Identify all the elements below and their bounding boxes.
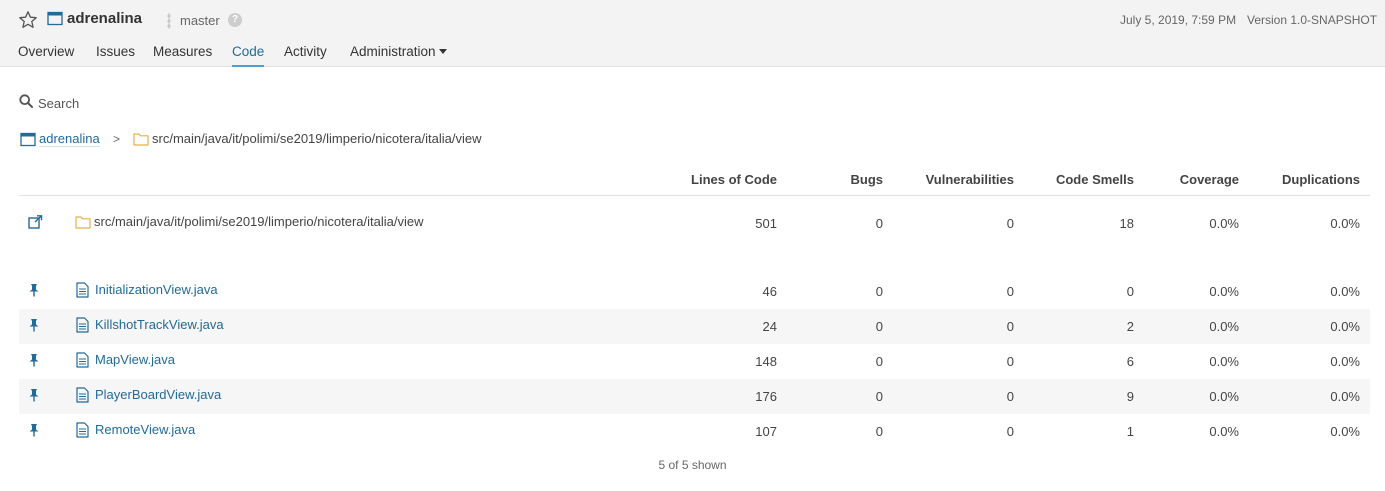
tab-administration[interactable]: Administration <box>350 44 447 67</box>
project-icon <box>47 11 63 29</box>
project-version: Version 1.0-SNAPSHOT <box>1247 13 1378 27</box>
table-row: RemoteView.java 107 0 0 1 0.0% 0.0% <box>19 414 1370 449</box>
cell-lines-of-code[interactable]: 501 <box>755 216 777 231</box>
cell-vulnerabilities[interactable]: 0 <box>1007 354 1014 369</box>
project-icon <box>20 132 36 150</box>
cell-bugs[interactable]: 0 <box>876 354 883 369</box>
cell-lines-of-code[interactable]: 46 <box>763 284 777 299</box>
file-link[interactable]: KillshotTrackView.java <box>95 317 224 332</box>
cell-bugs[interactable]: 0 <box>876 216 883 231</box>
project-header: adrenalina master ? July 5, 2019, 7:59 P… <box>0 0 1385 67</box>
file-link[interactable]: InitializationView.java <box>95 282 218 297</box>
cell-lines-of-code[interactable]: 148 <box>755 354 777 369</box>
tab-code[interactable]: Code <box>232 44 265 67</box>
cell-coverage[interactable]: 0.0% <box>1209 319 1239 334</box>
cell-coverage[interactable]: 0.0% <box>1209 389 1239 404</box>
tab-administration-label: Administration <box>350 44 436 59</box>
cell-vulnerabilities[interactable]: 0 <box>1007 424 1014 439</box>
table-row: MapView.java 148 0 0 6 0.0% 0.0% <box>19 344 1370 379</box>
cell-duplications[interactable]: 0.0% <box>1330 424 1360 439</box>
cell-lines-of-code[interactable]: 107 <box>755 424 777 439</box>
file-icon <box>76 282 89 301</box>
cell-duplications[interactable]: 0.0% <box>1330 389 1360 404</box>
cell-vulnerabilities[interactable]: 0 <box>1007 319 1014 334</box>
column-header-code-smells[interactable]: Code Smells <box>1056 172 1134 187</box>
branch-icon <box>164 12 174 33</box>
column-header-coverage[interactable]: Coverage <box>1180 172 1239 187</box>
cell-bugs[interactable]: 0 <box>876 284 883 299</box>
file-link[interactable]: RemoteView.java <box>95 422 195 437</box>
cell-code-smells[interactable]: 6 <box>1127 354 1134 369</box>
project-name[interactable]: adrenalina <box>67 10 142 27</box>
cell-bugs[interactable]: 0 <box>876 389 883 404</box>
folder-icon <box>75 215 91 232</box>
cell-duplications[interactable]: 0.0% <box>1330 284 1360 299</box>
cell-coverage[interactable]: 0.0% <box>1209 284 1239 299</box>
pin-icon[interactable] <box>28 353 40 370</box>
cell-code-smells[interactable]: 1 <box>1127 424 1134 439</box>
cell-vulnerabilities[interactable]: 0 <box>1007 389 1014 404</box>
help-icon[interactable]: ? <box>228 13 242 27</box>
search-icon <box>19 94 33 111</box>
cell-duplications[interactable]: 0.0% <box>1330 354 1360 369</box>
breadcrumb-separator: > <box>113 132 121 146</box>
table-row: KillshotTrackView.java 24 0 0 2 0.0% 0.0… <box>19 309 1370 344</box>
pin-icon[interactable] <box>28 423 40 440</box>
cell-bugs[interactable]: 0 <box>876 319 883 334</box>
breadcrumb-project-link[interactable]: adrenalina <box>39 131 100 147</box>
folder-icon <box>133 132 149 149</box>
cell-lines-of-code[interactable]: 24 <box>763 319 777 334</box>
cell-duplications[interactable]: 0.0% <box>1330 216 1360 231</box>
cell-code-smells[interactable]: 0 <box>1127 284 1134 299</box>
file-icon <box>76 422 89 441</box>
pin-icon[interactable] <box>28 318 40 335</box>
tab-activity[interactable]: Activity <box>284 44 327 67</box>
cell-code-smells[interactable]: 2 <box>1127 319 1134 334</box>
shown-count: 5 of 5 shown <box>658 458 727 472</box>
pin-icon[interactable] <box>28 388 40 405</box>
file-icon <box>76 352 89 371</box>
search-input[interactable] <box>38 94 338 112</box>
tab-overview[interactable]: Overview <box>18 44 74 67</box>
breadcrumb-current-path: src/main/java/it/polimi/se2019/limperio/… <box>152 131 482 146</box>
tab-measures[interactable]: Measures <box>153 44 212 67</box>
table-header-divider <box>19 195 1370 196</box>
column-header-duplications[interactable]: Duplications <box>1282 172 1360 187</box>
cell-coverage[interactable]: 0.0% <box>1209 354 1239 369</box>
caret-down-icon <box>438 49 447 54</box>
cell-code-smells[interactable]: 18 <box>1120 216 1134 231</box>
open-in-new-window-icon[interactable] <box>28 215 43 232</box>
file-icon <box>76 317 89 336</box>
table-row: InitializationView.java 46 0 0 0 0.0% 0.… <box>19 274 1370 309</box>
column-header-lines-of-code[interactable]: Lines of Code <box>691 172 777 187</box>
cell-coverage[interactable]: 0.0% <box>1209 216 1239 231</box>
column-header-vulnerabilities[interactable]: Vulnerabilities <box>926 172 1014 187</box>
table-row-base-directory: src/main/java/it/polimi/se2019/limperio/… <box>19 206 1370 241</box>
cell-bugs[interactable]: 0 <box>876 424 883 439</box>
base-directory-name: src/main/java/it/polimi/se2019/limperio/… <box>94 214 424 229</box>
cell-vulnerabilities[interactable]: 0 <box>1007 216 1014 231</box>
cell-coverage[interactable]: 0.0% <box>1209 424 1239 439</box>
cell-duplications[interactable]: 0.0% <box>1330 319 1360 334</box>
file-link[interactable]: MapView.java <box>95 352 175 367</box>
file-icon <box>76 387 89 406</box>
cell-vulnerabilities[interactable]: 0 <box>1007 284 1014 299</box>
table-row: PlayerBoardView.java 176 0 0 9 0.0% 0.0% <box>19 379 1370 414</box>
pin-icon[interactable] <box>28 283 40 300</box>
branch-name: master <box>180 13 220 28</box>
tab-issues[interactable]: Issues <box>96 44 135 67</box>
cell-code-smells[interactable]: 9 <box>1127 389 1134 404</box>
analysis-date: July 5, 2019, 7:59 PM <box>1120 13 1237 27</box>
cell-lines-of-code[interactable]: 176 <box>755 389 777 404</box>
star-icon[interactable] <box>18 10 38 30</box>
file-link[interactable]: PlayerBoardView.java <box>95 387 221 402</box>
column-header-bugs[interactable]: Bugs <box>851 172 884 187</box>
